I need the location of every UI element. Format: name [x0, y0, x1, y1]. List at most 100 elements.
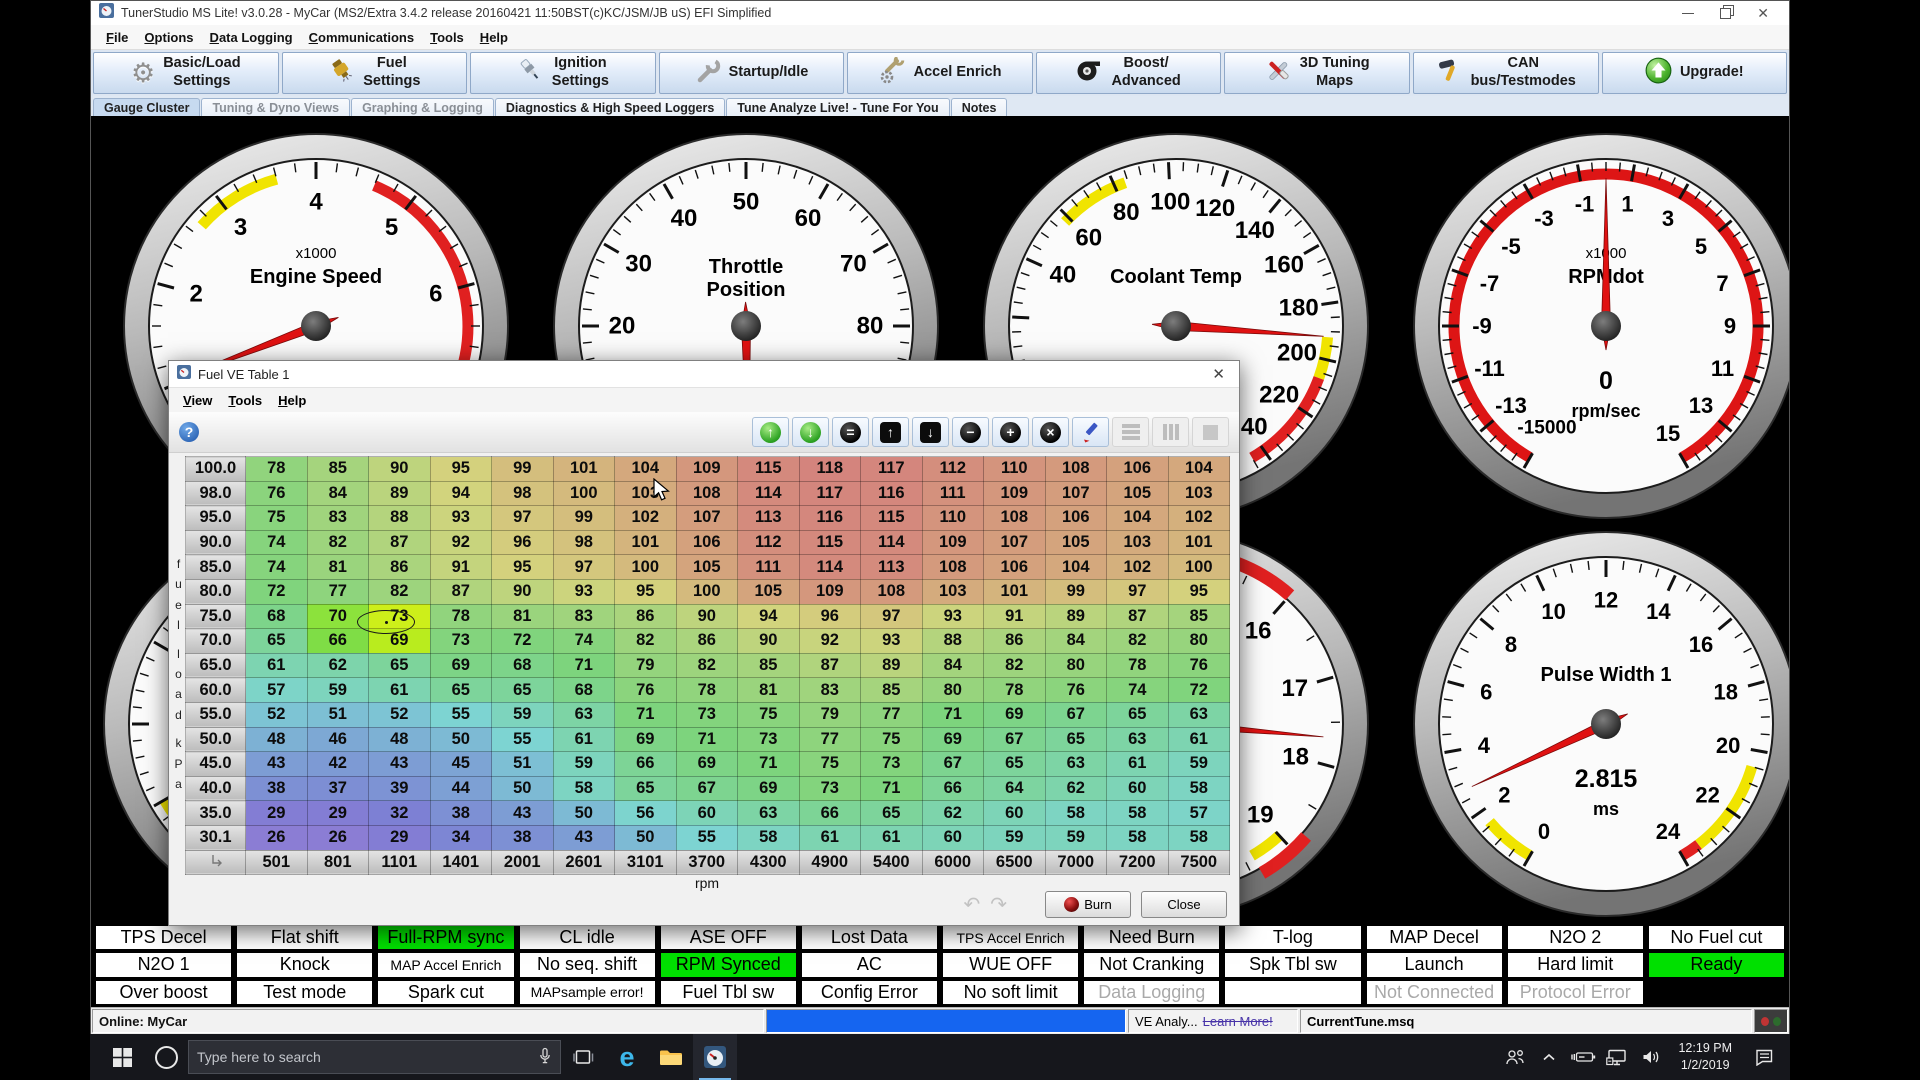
- ve-cell[interactable]: 104: [615, 457, 677, 482]
- ve-cell[interactable]: 108: [861, 579, 923, 604]
- ve-cell[interactable]: 67: [922, 752, 984, 777]
- ve-cell[interactable]: 81: [492, 604, 554, 629]
- ve-cell[interactable]: 82: [1107, 629, 1169, 654]
- column-view-icon[interactable]: [1152, 417, 1189, 447]
- ve-cell[interactable]: 58: [1168, 776, 1230, 801]
- ve-cell[interactable]: 104: [1168, 457, 1230, 482]
- ve-cell[interactable]: 87: [369, 530, 431, 555]
- ve-cell[interactable]: 84: [922, 653, 984, 678]
- ve-cell[interactable]: 113: [861, 555, 923, 580]
- ve-cell[interactable]: 96: [492, 530, 554, 555]
- ve-cell[interactable]: 87: [1107, 604, 1169, 629]
- ve-cell[interactable]: 101: [553, 457, 615, 482]
- ve-cell[interactable]: 74: [1107, 678, 1169, 703]
- ve-cell[interactable]: 86: [615, 604, 677, 629]
- ve-cell[interactable]: 84: [307, 481, 369, 506]
- ve-cell[interactable]: 93: [922, 604, 984, 629]
- ve-cell[interactable]: 106: [676, 530, 738, 555]
- ve-cell[interactable]: 78: [430, 604, 492, 629]
- ve-cell[interactable]: 86: [676, 629, 738, 654]
- ve-cell[interactable]: 80: [922, 678, 984, 703]
- ve-cell[interactable]: 101: [1168, 530, 1230, 555]
- chevron-up-icon[interactable]: [1534, 1034, 1564, 1080]
- ve-cell[interactable]: 91: [984, 604, 1046, 629]
- ve-cell[interactable]: 65: [615, 776, 677, 801]
- equals-circle-icon[interactable]: =: [832, 417, 869, 447]
- ve-cell[interactable]: 108: [1045, 457, 1107, 482]
- ve-cell[interactable]: 62: [307, 653, 369, 678]
- ve-cell[interactable]: 87: [430, 579, 492, 604]
- ve-cell[interactable]: 99: [553, 506, 615, 531]
- cortana-icon[interactable]: [144, 1034, 188, 1080]
- ve-cell[interactable]: 96: [799, 604, 861, 629]
- ve-cell[interactable]: 71: [676, 727, 738, 752]
- ve-cell[interactable]: 77: [799, 727, 861, 752]
- ve-cell[interactable]: 85: [307, 457, 369, 482]
- ve-cell[interactable]: 116: [799, 506, 861, 531]
- ve-cell[interactable]: 63: [1107, 727, 1169, 752]
- ve-cell[interactable]: 61: [1168, 727, 1230, 752]
- ve-cell[interactable]: 76: [1045, 678, 1107, 703]
- ve-cell[interactable]: 65: [246, 629, 308, 654]
- ve-cell[interactable]: 112: [922, 457, 984, 482]
- ve-cell[interactable]: 109: [984, 481, 1046, 506]
- ve-cell[interactable]: 89: [861, 653, 923, 678]
- ve-cell[interactable]: 79: [615, 653, 677, 678]
- tunerstudio-taskbar-icon[interactable]: [693, 1034, 737, 1080]
- ve-cell[interactable]: 63: [1045, 752, 1107, 777]
- task-view-icon[interactable]: [561, 1034, 605, 1080]
- ve-cell[interactable]: 95: [492, 555, 554, 580]
- ve-cell[interactable]: 75: [738, 702, 800, 727]
- ve-cell[interactable]: 37: [307, 776, 369, 801]
- ve-cell[interactable]: 92: [799, 629, 861, 654]
- ve-cell[interactable]: 55: [676, 825, 738, 850]
- ve-cell[interactable]: 65: [984, 752, 1046, 777]
- ve-cell[interactable]: 65: [492, 678, 554, 703]
- ve-cell[interactable]: 51: [307, 702, 369, 727]
- ve-cell[interactable]: 59: [492, 702, 554, 727]
- ve-cell[interactable]: 73: [799, 776, 861, 801]
- ve-cell[interactable]: 50: [492, 776, 554, 801]
- ve-cell[interactable]: 103: [1168, 481, 1230, 506]
- ve-cell[interactable]: 66: [799, 801, 861, 826]
- ve-cell[interactable]: 103: [922, 579, 984, 604]
- ve-cell[interactable]: 26: [307, 825, 369, 850]
- ve-cell[interactable]: 100: [676, 579, 738, 604]
- ve-cell[interactable]: 29: [307, 801, 369, 826]
- can-bus-testmodes-button[interactable]: CANbus/Testmodes: [1413, 52, 1599, 94]
- people-icon[interactable]: [1500, 1034, 1530, 1080]
- ve-cell[interactable]: 110: [922, 506, 984, 531]
- ve-cell[interactable]: 61: [799, 825, 861, 850]
- ve-cell[interactable]: 102: [1168, 506, 1230, 531]
- row-view-icon[interactable]: [1112, 417, 1149, 447]
- ve-cell[interactable]: 75: [246, 506, 308, 531]
- ve-cell[interactable]: 117: [861, 457, 923, 482]
- ve-cell[interactable]: 59: [307, 678, 369, 703]
- help-icon[interactable]: ?: [179, 422, 199, 442]
- ve-cell[interactable]: 90: [676, 604, 738, 629]
- ve-cell[interactable]: 46: [307, 727, 369, 752]
- ve-cell[interactable]: 42: [307, 752, 369, 777]
- ve-cell[interactable]: 69: [615, 727, 677, 752]
- ve-cell[interactable]: 108: [922, 555, 984, 580]
- burn-button[interactable]: Burn: [1045, 891, 1131, 918]
- ve-cell[interactable]: 69: [676, 752, 738, 777]
- ve-cell[interactable]: 78: [676, 678, 738, 703]
- ve-cell[interactable]: 76: [615, 678, 677, 703]
- dialog-close-icon[interactable]: ✕: [1206, 365, 1231, 383]
- ve-cell[interactable]: 109: [799, 579, 861, 604]
- ve-cell[interactable]: 107: [1045, 481, 1107, 506]
- tab-gauge-cluster[interactable]: Gauge Cluster: [93, 98, 200, 117]
- learn-more-link[interactable]: Learn More!: [1203, 1014, 1273, 1029]
- ve-cell[interactable]: 71: [922, 702, 984, 727]
- ve-cell[interactable]: 66: [615, 752, 677, 777]
- ve-cell[interactable]: 102: [615, 506, 677, 531]
- ve-cell[interactable]: 59: [1045, 825, 1107, 850]
- ve-cell[interactable]: 95: [430, 457, 492, 482]
- ve-cell[interactable]: 112: [738, 530, 800, 555]
- plus-circle-icon[interactable]: +: [992, 417, 1029, 447]
- ve-cell[interactable]: 88: [369, 506, 431, 531]
- menu-options[interactable]: Options: [137, 28, 200, 47]
- ve-cell[interactable]: 50: [615, 825, 677, 850]
- ve-cell[interactable]: 106: [984, 555, 1046, 580]
